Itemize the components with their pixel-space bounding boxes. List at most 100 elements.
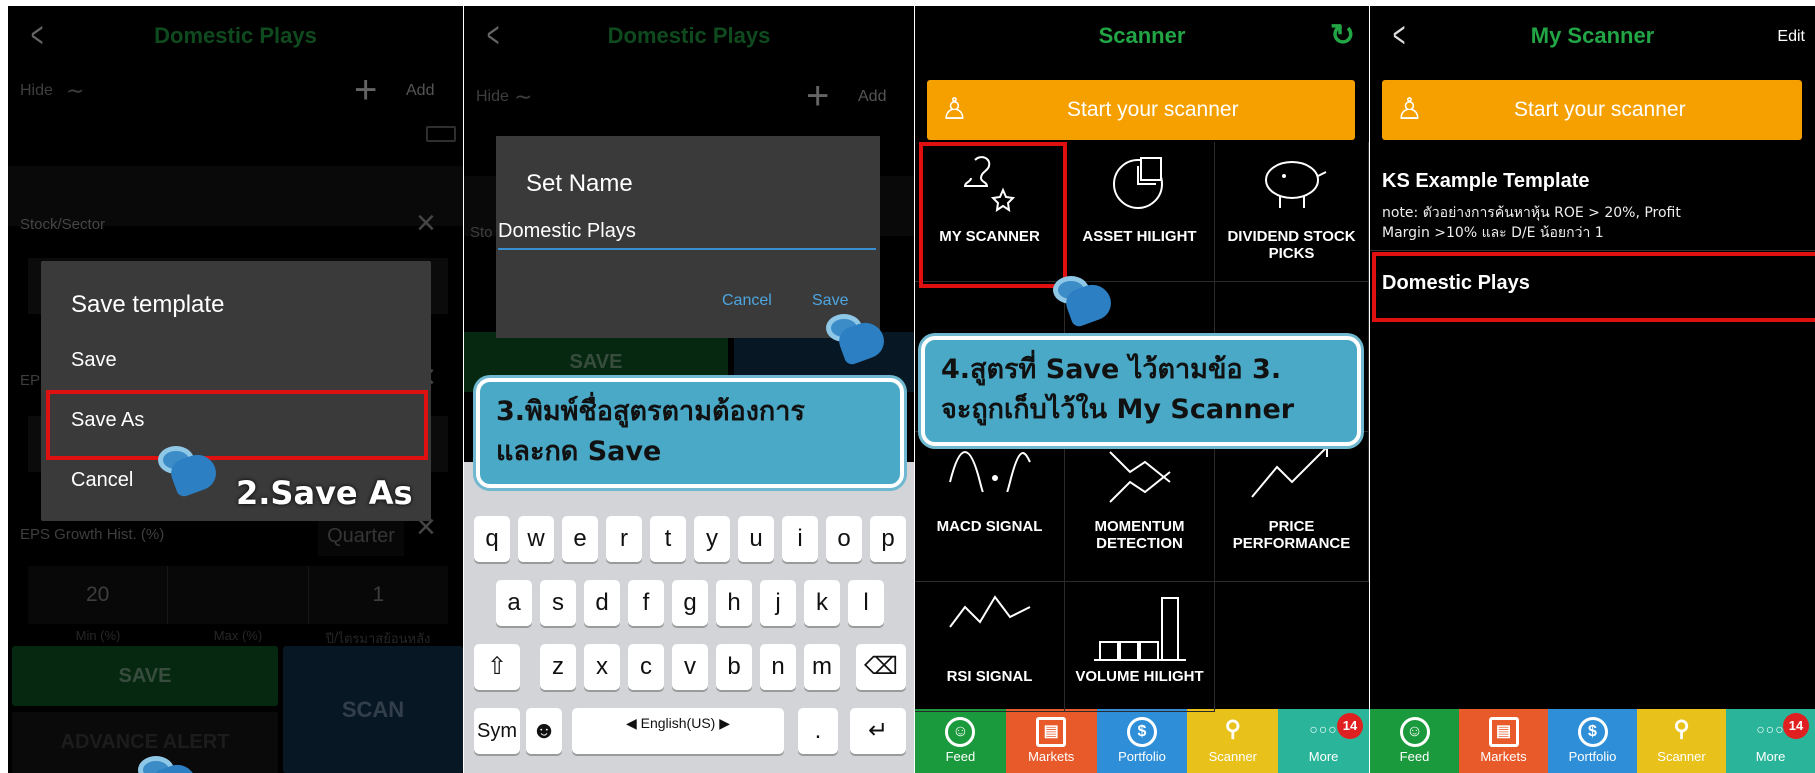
hide-label[interactable]: Hide [476,88,509,106]
tab-portfolio[interactable]: $ Portfolio [1096,709,1188,773]
tab-scanner[interactable]: ⚲ Scanner [1187,709,1279,773]
markets-icon: ▤ [1036,717,1067,747]
key-u[interactable]: u [738,516,774,562]
refresh-icon[interactable]: ↻ [1330,18,1355,53]
key-r[interactable]: r [606,516,642,562]
callout-line: 4.สูตรที่ Save ไว้ตามข้อ 3. [941,354,1282,385]
screen-save-template: Domestic Plays < Hide ∼ + Add Stock/Sect… [8,6,463,773]
key-k[interactable]: k [804,580,840,626]
markets-icon: ▤ [1488,717,1519,747]
tile-dividend-stock-picks[interactable]: DIVIDEND STOCK PICKS [1215,142,1369,282]
tile-rsi-signal[interactable]: RSI SIGNAL [915,582,1065,712]
feed-icon: ☺ [1399,717,1430,747]
dialog-cancel-button[interactable]: Cancel [722,292,772,310]
start-scanner-button[interactable]: ♙ Start your scanner [927,80,1355,140]
tile-label: ASSET HILIGHT [1082,228,1197,245]
keyboard-icon[interactable] [426,126,456,142]
key-v[interactable]: v [672,644,708,690]
tile-volume-hilight[interactable]: VOLUME HILIGHT [1065,582,1215,712]
bottom-tab-bar: ☺ Feed ▤ Markets $ Portfolio ⚲ Scanner ○○○ Mo… [915,709,1369,773]
save-button[interactable]: SAVE [12,646,278,706]
enter-key[interactable]: ↵ [850,708,906,754]
tile-momentum-detection[interactable]: MOMENTUM DETECTION [1065,432,1215,582]
instruction-callout: 4.สูตรที่ Save ไว้ตามข้อ 3. จะถูกเก็บไว้… [921,336,1361,446]
start-scanner-label: Start your scanner [1067,98,1239,121]
more-icon: ○○○ [1756,721,1785,737]
plus-icon[interactable]: + [806,74,829,119]
tile-price-performance[interactable]: PRICE PERFORMANCE [1215,432,1369,582]
key-x[interactable]: x [584,644,620,690]
add-button[interactable]: Add [406,82,434,100]
key-p[interactable]: p [870,516,906,562]
key-o[interactable]: o [826,516,862,562]
search-icon: ⚲ [1224,716,1241,741]
highlight-box [1372,252,1815,322]
tile-asset-hilight[interactable]: ASSET HILIGHT [1065,142,1215,282]
key-m[interactable]: m [804,644,840,690]
edit-button[interactable]: Edit [1777,28,1805,46]
key-s[interactable]: s [540,580,576,626]
dialog-option-save[interactable]: Save [71,349,117,372]
hide-label[interactable]: Hide [20,82,53,100]
tab-more[interactable]: ○○○ More 14 [1726,709,1815,773]
tab-label: Portfolio [1568,749,1617,764]
period-key[interactable]: . [798,708,838,754]
portfolio-icon: $ [1126,717,1157,747]
back-icon[interactable]: < [484,17,502,53]
dialog-option-cancel[interactable]: Cancel [71,469,133,492]
tab-label: Markets [1028,749,1075,764]
key-f[interactable]: f [628,580,664,626]
shift-key[interactable]: ⇧ [474,644,520,690]
tab-feed[interactable]: ☺ Feed [915,709,1006,773]
tile-macd-signal[interactable]: MACD SIGNAL [915,432,1065,582]
key-q[interactable]: q [474,516,510,562]
key-y[interactable]: y [694,516,730,562]
notification-badge: 14 [1336,713,1363,739]
key-a[interactable]: a [496,580,532,626]
tab-label: Feed [945,749,976,764]
max-field[interactable] [168,566,309,624]
tab-markets[interactable]: ▤ Markets [1005,709,1097,773]
close-icon[interactable]: × [416,204,436,243]
page-title: Scanner [1098,23,1186,48]
tab-label: Scanner [1208,749,1257,764]
key-i[interactable]: i [782,516,818,562]
notification-badge: 14 [1783,713,1809,739]
key-d[interactable]: d [584,580,620,626]
highlight-box [46,390,428,460]
key-j[interactable]: j [760,580,796,626]
back-icon[interactable]: < [1390,17,1408,53]
key-l[interactable]: l [848,580,884,626]
key-e[interactable]: e [562,516,598,562]
key-b[interactable]: b [716,644,752,690]
dialog-save-button[interactable]: Save [812,292,848,310]
key-h[interactable]: h [716,580,752,626]
key-z[interactable]: z [540,644,576,690]
tab-scanner[interactable]: ⚲ Scanner [1637,709,1726,773]
callout-line: และกด Save [496,436,662,467]
key-w[interactable]: w [518,516,554,562]
key-g[interactable]: g [672,580,708,626]
tap-hand-icon [138,756,201,773]
sym-key[interactable]: Sym [474,708,520,754]
template-title[interactable]: KS Example Template [1382,170,1589,193]
space-key[interactable]: ◀ English(US) ▶ [572,708,784,754]
tab-portfolio[interactable]: $ Portfolio [1548,709,1637,773]
tab-markets[interactable]: ▤ Markets [1459,709,1548,773]
name-input[interactable]: Domestic Plays [498,216,876,250]
key-n[interactable]: n [760,644,796,690]
period-select[interactable]: Quarter [318,516,404,556]
add-button[interactable]: Add [858,88,886,106]
tab-more[interactable]: ○○○ More 14 [1278,709,1369,773]
plus-icon[interactable]: + [354,68,377,113]
emoji-key[interactable]: ☻ [526,708,562,754]
min-field[interactable]: 20 [28,566,169,624]
years-field[interactable]: 1 [309,566,448,624]
tab-feed[interactable]: ☺ Feed [1370,709,1459,773]
start-scanner-button[interactable]: ♙ Start your scanner [1382,80,1802,140]
key-t[interactable]: t [650,516,686,562]
backspace-key[interactable]: ⌫ [856,644,906,690]
scan-button[interactable]: SCAN [283,646,463,773]
back-icon[interactable]: < [28,17,46,53]
key-c[interactable]: c [628,644,664,690]
